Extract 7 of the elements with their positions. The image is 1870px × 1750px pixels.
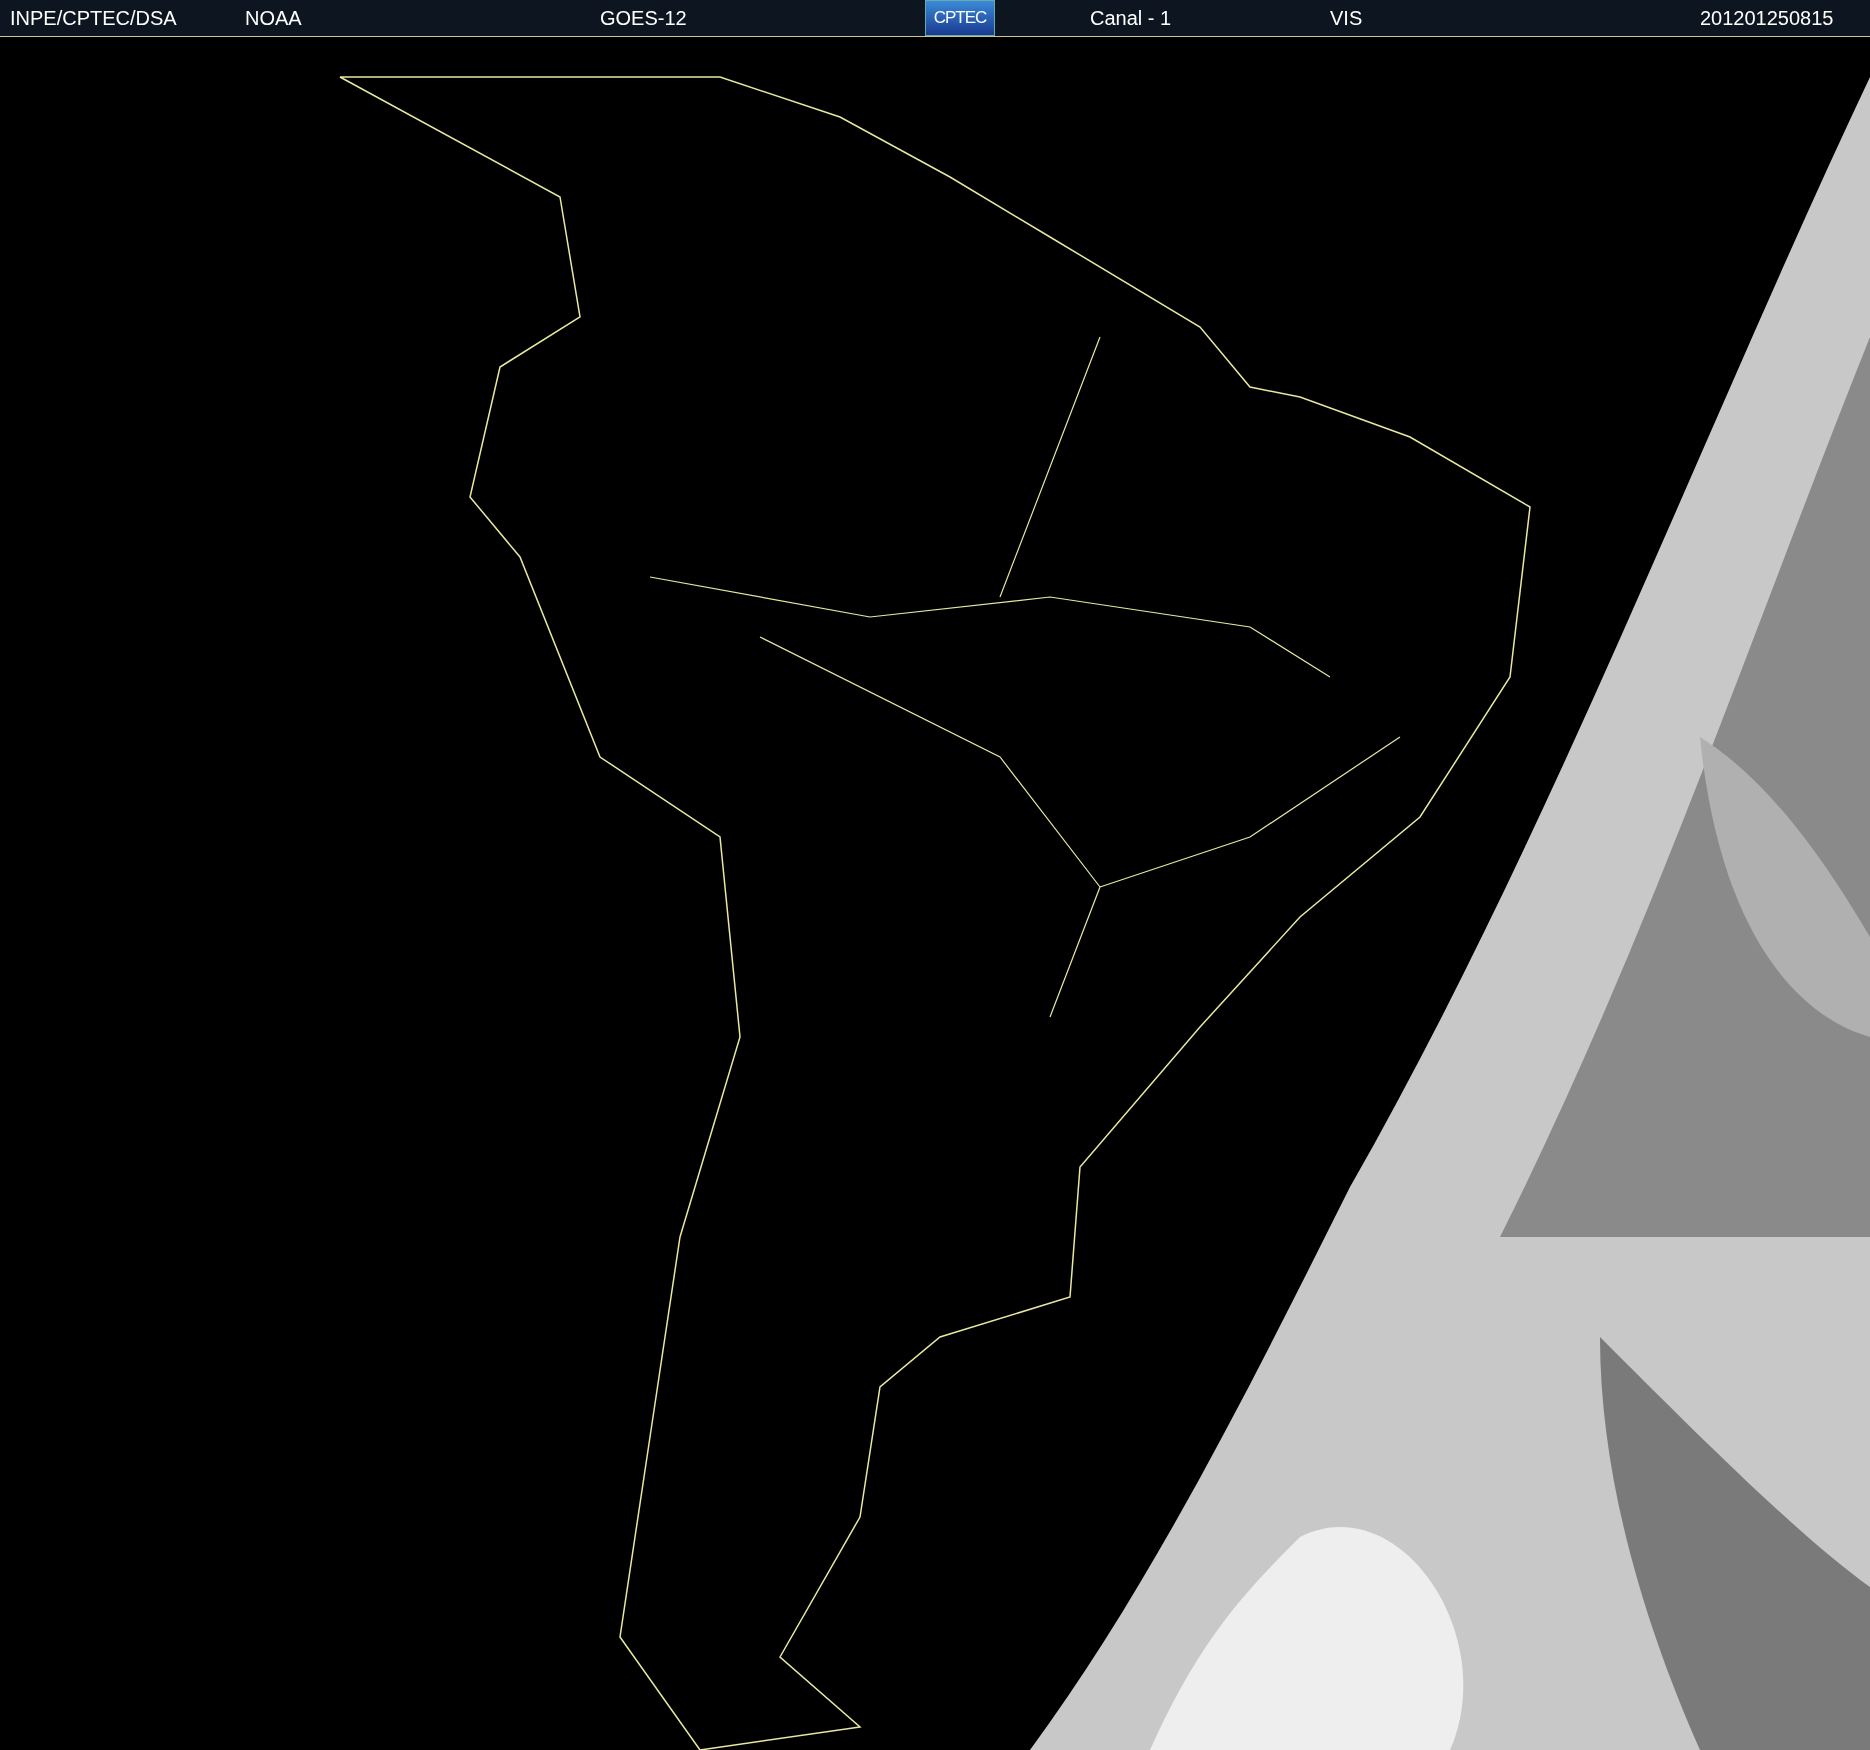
header-label: GOES-12: [600, 6, 687, 29]
logo: CPTEC: [925, 0, 995, 36]
header-label: VIS: [1330, 6, 1363, 29]
header-label: Canal - 1: [1090, 6, 1172, 29]
header-label: NOAA: [245, 6, 302, 29]
header-label: 201201250815: [1700, 6, 1834, 29]
header-label: INPE/CPTEC/DSA: [10, 6, 177, 29]
